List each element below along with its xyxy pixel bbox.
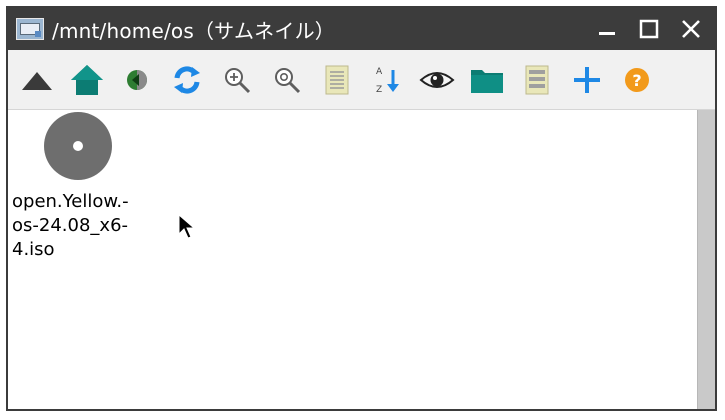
file-name-line: open.Yellow.- — [12, 191, 129, 212]
zoom-out-icon — [275, 67, 301, 93]
file-name-line: os-24.08_x6- — [12, 215, 129, 236]
mouse-cursor-icon — [178, 214, 196, 239]
file-item[interactable]: open.Yellow.- os-24.08_x6- 4.iso — [12, 112, 152, 262]
new-button[interactable] — [566, 59, 608, 101]
help-button[interactable]: ? — [616, 59, 658, 101]
up-button[interactable] — [16, 59, 58, 101]
maximize-button[interactable] — [637, 17, 661, 41]
minimize-button[interactable] — [595, 17, 619, 41]
app-icon — [16, 18, 44, 40]
back-button[interactable] — [116, 59, 158, 101]
close-icon — [682, 20, 700, 38]
svg-text:A: A — [376, 67, 383, 77]
file-name-line: 4.iso — [12, 239, 55, 260]
zoom-in-icon — [225, 67, 251, 93]
help-icon: ? — [625, 67, 649, 92]
folder-icon — [471, 69, 503, 93]
sort-button[interactable]: AZ — [366, 59, 408, 101]
back-icon — [127, 69, 147, 90]
file-view[interactable]: open.Yellow.- os-24.08_x6- 4.iso — [8, 110, 715, 409]
vertical-scrollbar[interactable] — [697, 110, 715, 409]
zoom-in-button[interactable] — [216, 59, 258, 101]
details-view-icon — [525, 65, 549, 94]
list-view-button[interactable] — [316, 59, 358, 101]
refresh-icon — [174, 65, 200, 94]
show-hidden-button[interactable] — [416, 59, 458, 101]
refresh-button[interactable] — [166, 59, 208, 101]
details-view-button[interactable] — [516, 59, 558, 101]
list-view-icon — [325, 65, 349, 94]
window-controls — [595, 17, 703, 41]
up-arrow-icon — [22, 71, 52, 90]
zoom-out-button[interactable] — [266, 59, 308, 101]
home-button[interactable] — [66, 59, 108, 101]
plus-icon — [574, 66, 600, 93]
close-button[interactable] — [679, 17, 703, 41]
minimize-icon — [599, 32, 615, 35]
svg-text:Z: Z — [376, 85, 382, 95]
disc-image-icon — [44, 112, 112, 180]
title-bar[interactable]: /mnt/home/os（サムネイル） — [8, 8, 715, 50]
svg-text:?: ? — [632, 71, 641, 90]
maximize-icon — [639, 19, 659, 39]
window-title: /mnt/home/os（サムネイル） — [52, 18, 335, 43]
eye-icon — [419, 71, 455, 88]
folder-button[interactable] — [466, 59, 508, 101]
home-icon — [71, 64, 103, 95]
sort-icon: AZ — [376, 67, 399, 95]
toolbar: AZ ? — [8, 50, 715, 110]
file-manager-window: /mnt/home/os（サムネイル） A Z ? open.Yellow.- … — [6, 6, 717, 411]
file-name: open.Yellow.- os-24.08_x6- 4.iso — [12, 190, 152, 262]
